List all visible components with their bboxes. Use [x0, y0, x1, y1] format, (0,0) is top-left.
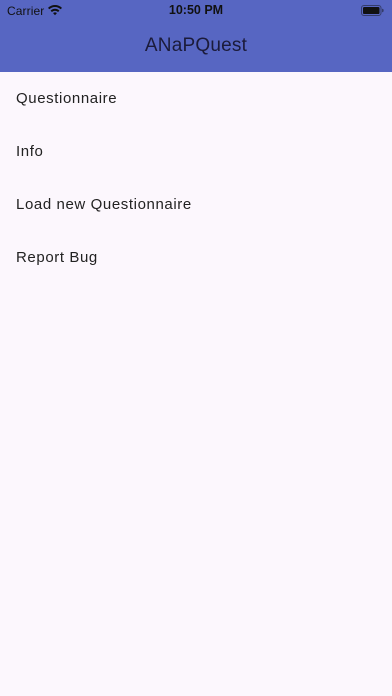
menu-item-load-new-questionnaire[interactable]: Load new Questionnaire	[0, 178, 392, 231]
menu-item-info[interactable]: Info	[0, 125, 392, 178]
menu-item-questionnaire[interactable]: Questionnaire	[0, 72, 392, 125]
drawer-menu: Questionnaire Info Load new Questionnair…	[0, 72, 392, 284]
app-screen: Carrier 10:50 PM ANaPQuest Questionnaire…	[0, 0, 392, 696]
battery-icon	[361, 5, 384, 16]
status-time: 10:50 PM	[168, 3, 224, 17]
status-bar: Carrier 10:50 PM	[0, 0, 392, 22]
menu-item-report-bug[interactable]: Report Bug	[0, 231, 392, 284]
app-title: ANaPQuest	[144, 35, 248, 56]
app-header: Carrier 10:50 PM ANaPQuest	[0, 0, 392, 72]
